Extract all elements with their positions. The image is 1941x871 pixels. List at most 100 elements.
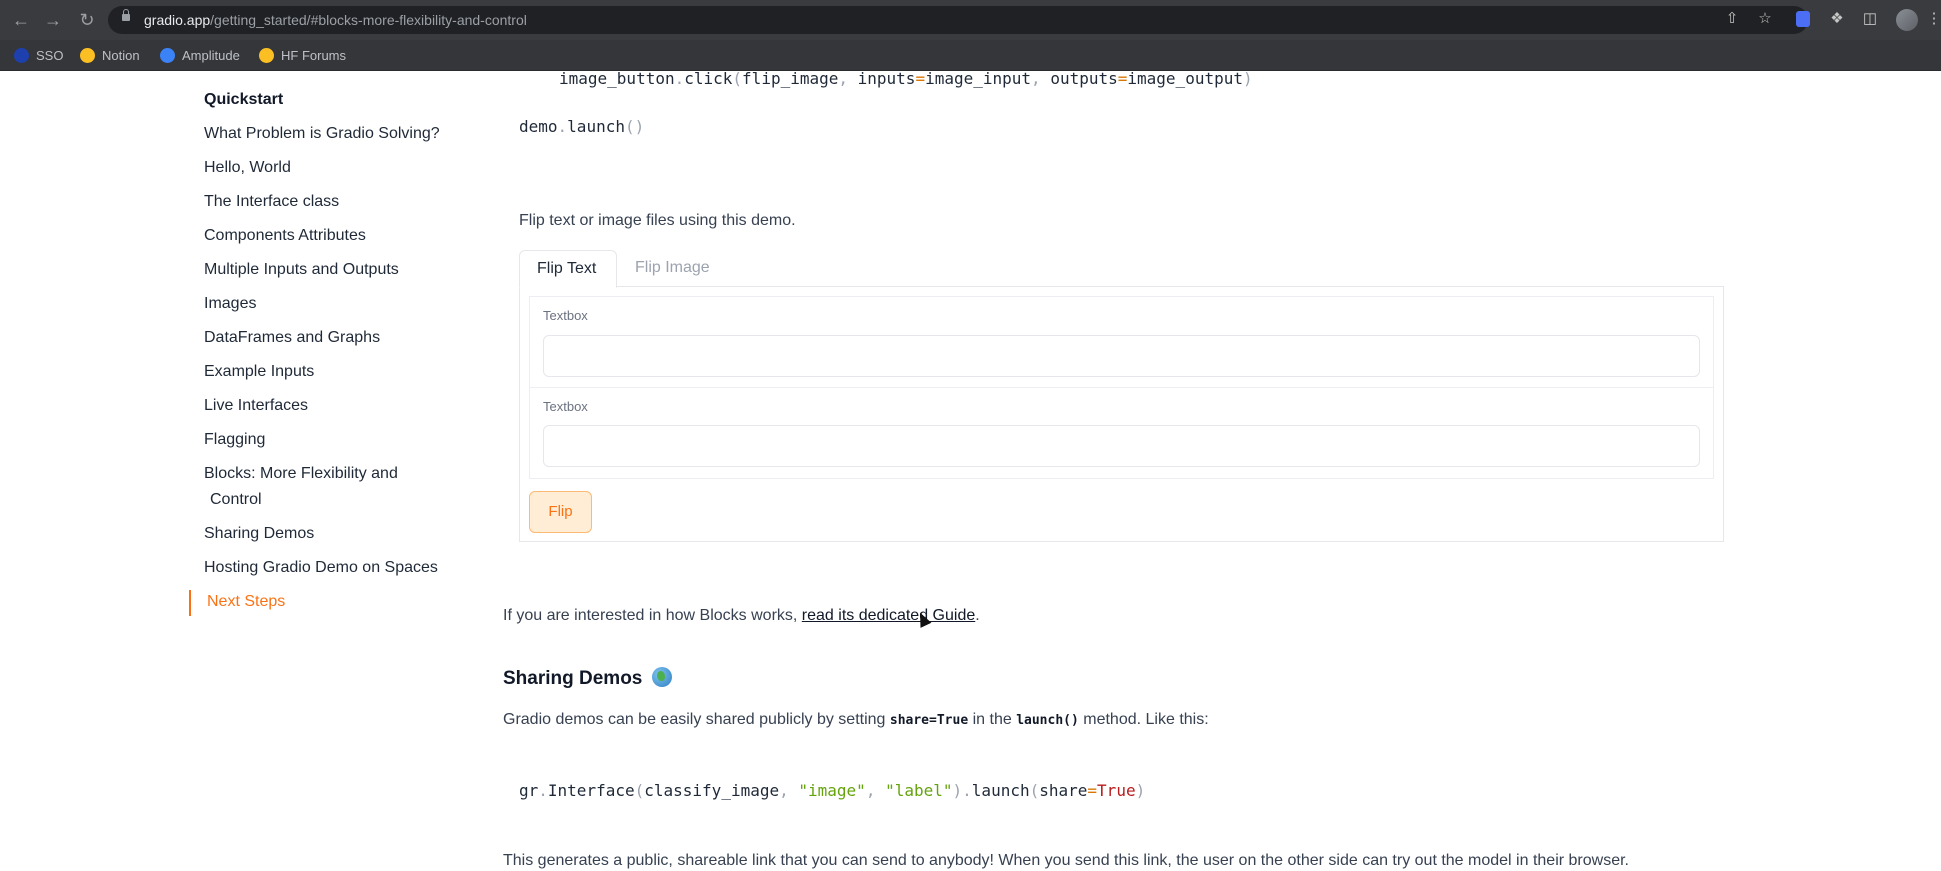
code-token: classify_image xyxy=(644,781,780,800)
sidebar-item-hosting-spaces[interactable]: Hosting Gradio Demo on Spaces xyxy=(204,559,438,577)
textbox-input[interactable] xyxy=(543,335,1700,377)
profile-avatar[interactable] xyxy=(1896,9,1918,31)
url-text: gradio.app/getting_started/#blocks-more-… xyxy=(144,12,527,28)
code-line-demo-launch: demo.launch() xyxy=(519,117,644,136)
paragraph-text: . xyxy=(975,607,980,624)
sidebar-item-images[interactable]: Images xyxy=(204,295,256,313)
sidebar-item-sharing-demos[interactable]: Sharing Demos xyxy=(204,525,314,543)
lock-icon xyxy=(122,9,130,21)
textbox-label: Textbox xyxy=(543,399,588,414)
sidebar-item-flagging[interactable]: Flagging xyxy=(204,431,265,449)
code-token: ( xyxy=(732,69,743,88)
heading-text: Sharing Demos xyxy=(503,668,643,689)
browser-toolbar: ← → ↻ gradio.app/getting_started/#blocks… xyxy=(0,0,1941,40)
star-icon[interactable]: ☆ xyxy=(1756,10,1774,28)
textbox-block-input: Textbox xyxy=(529,296,1714,388)
sidebar-item-multiple-inputs-outputs[interactable]: Multiple Inputs and Outputs xyxy=(204,261,399,279)
code-token: ) xyxy=(952,781,963,800)
bookmark-label: Amplitude xyxy=(182,47,240,63)
share-icon[interactable]: ⇧ xyxy=(1723,10,1741,28)
sidebar-item-live-interfaces[interactable]: Live Interfaces xyxy=(204,397,308,415)
url-path: /getting_started/#blocks-more-flexibilit… xyxy=(210,12,527,28)
code-line-interface-launch: gr.Interface(classify_image, "image", "l… xyxy=(519,781,1145,800)
bookmark-notion[interactable]: Notion xyxy=(80,46,140,64)
sidebar-item-dataframes-graphs[interactable]: DataFrames and Graphs xyxy=(204,329,380,347)
sidebar-item-interface-class[interactable]: The Interface class xyxy=(204,193,339,211)
textbox-label: Textbox xyxy=(543,308,588,323)
bookmark-label: Notion xyxy=(102,47,140,63)
code-token: True xyxy=(1097,781,1136,800)
code-token: , xyxy=(779,781,799,800)
tab-flip-text[interactable]: Flip Text xyxy=(519,250,617,288)
code-token: launch xyxy=(567,117,625,136)
code-token: ( xyxy=(634,781,645,800)
code-token: () xyxy=(624,117,645,136)
forward-arrow-icon[interactable]: → xyxy=(42,9,64,31)
back-arrow-icon[interactable]: ← xyxy=(10,9,32,31)
blocks-guide-paragraph: If you are interested in how Blocks work… xyxy=(503,607,980,625)
amplitude-icon xyxy=(160,47,175,63)
code-token: image_output xyxy=(1127,69,1243,88)
bookmark-sso[interactable]: SSO xyxy=(14,46,63,64)
code-token: ( xyxy=(1029,781,1040,800)
code-token: click xyxy=(684,69,733,88)
bookmarks-bar: SSO Notion Amplitude HF Forums xyxy=(0,40,1941,71)
textbox-block-output: Textbox xyxy=(529,387,1714,479)
sidebar-item-components-attributes[interactable]: Components Attributes xyxy=(204,227,366,245)
active-indicator xyxy=(189,590,191,616)
code-token: image_button xyxy=(559,69,675,88)
shareable-link-paragraph: This generates a public, shareable link … xyxy=(503,852,1629,869)
bookmark-label: SSO xyxy=(36,47,64,63)
sidebar-item-blocks-continued[interactable]: Control xyxy=(210,491,262,509)
code-token: . xyxy=(674,69,685,88)
code-token: . xyxy=(557,117,568,136)
tab-flip-image[interactable]: Flip Image xyxy=(635,259,710,277)
sso-icon xyxy=(14,47,29,63)
reload-icon[interactable]: ↻ xyxy=(76,9,98,31)
demo-description: Flip text or image files using this demo… xyxy=(519,212,796,229)
address-bar[interactable]: gradio.app/getting_started/#blocks-more-… xyxy=(108,6,1808,34)
paragraph-text: If you are interested in how Blocks work… xyxy=(503,607,802,624)
paragraph-text: in the xyxy=(968,711,1017,728)
bitwarden-extension-icon[interactable] xyxy=(1796,11,1810,27)
sharing-paragraph: Gradio demos can be easily shared public… xyxy=(503,711,1209,729)
dedicated-guide-link[interactable]: read its dedicated Guide xyxy=(802,607,975,624)
hugging-face-icon xyxy=(259,47,274,63)
code-token: outputs xyxy=(1050,69,1118,88)
code-token: . xyxy=(962,781,972,800)
inline-code: launch() xyxy=(1016,713,1079,728)
sidebar-item-hello-world[interactable]: Hello, World xyxy=(204,159,291,177)
sidebar-title[interactable]: Quickstart xyxy=(204,91,283,109)
menu-kebab-icon[interactable]: ⋮ xyxy=(1925,10,1941,28)
code-token: Interface xyxy=(547,781,635,800)
extensions-icon[interactable]: ❖ xyxy=(1828,10,1846,28)
side-panel-icon[interactable]: ◫ xyxy=(1861,10,1879,28)
code-token: . xyxy=(538,781,548,800)
code-token: inputs xyxy=(857,69,916,88)
code-token: launch xyxy=(971,781,1030,800)
hugging-face-icon xyxy=(80,47,95,63)
flip-button[interactable]: Flip xyxy=(529,491,592,533)
globe-emoji-icon xyxy=(651,667,672,687)
code-token: , xyxy=(1031,69,1051,88)
tab-label: Flip Text xyxy=(537,260,597,277)
code-token: ) xyxy=(1242,69,1253,88)
bookmark-amplitude[interactable]: Amplitude xyxy=(160,46,240,64)
code-token: demo xyxy=(519,117,558,136)
code-token: share xyxy=(1039,781,1088,800)
sidebar-item-next-steps[interactable]: Next Steps xyxy=(207,593,285,611)
paragraph-text: method. Like this: xyxy=(1078,711,1209,728)
textbox-output[interactable] xyxy=(543,425,1700,467)
sidebar-item-example-inputs[interactable]: Example Inputs xyxy=(204,363,314,381)
url-domain: gradio.app xyxy=(144,12,211,28)
sidebar-item-what-problem[interactable]: What Problem is Gradio Solving? xyxy=(204,125,440,143)
code-token: "image" xyxy=(798,781,866,800)
inline-code: share=True xyxy=(889,713,969,728)
code-token: = xyxy=(915,69,926,88)
code-token: image_input xyxy=(925,69,1032,88)
bookmark-hf-forums[interactable]: HF Forums xyxy=(259,46,346,64)
bookmark-label: HF Forums xyxy=(281,47,346,63)
code-token: "label" xyxy=(885,781,953,800)
sidebar-item-blocks[interactable]: Blocks: More Flexibility and xyxy=(204,465,398,483)
code-token: = xyxy=(1117,69,1128,88)
